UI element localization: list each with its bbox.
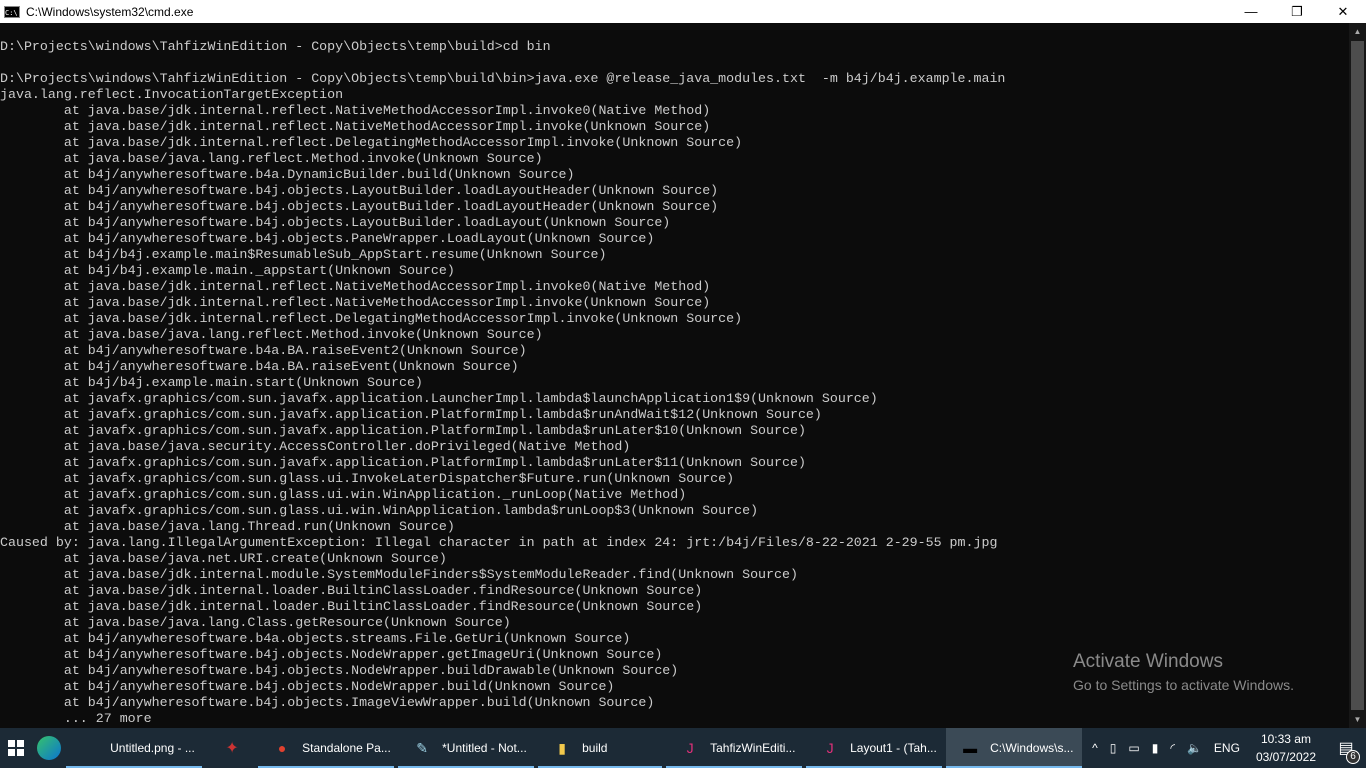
console-line: at java.base/java.lang.Thread.run(Unknow… — [0, 519, 455, 534]
console-line: at java.base/java.security.AccessControl… — [0, 439, 631, 454]
console-line: at b4j/b4j.example.main._appstart(Unknow… — [0, 263, 455, 278]
console-line: at b4j/anywheresoftware.b4a.objects.stre… — [0, 631, 631, 646]
system-tray: ^ ▯ ▭ ▮ ◜ 🔈 ENG 10:33 am 03/07/2022 ▤ 6 — [1086, 728, 1366, 768]
minimize-button[interactable]: — — [1228, 0, 1274, 23]
console-line: at javafx.graphics/com.sun.glass.ui.win.… — [0, 487, 687, 502]
chrome-icon: ● — [277, 740, 287, 756]
console-line: at java.base/java.lang.reflect.Method.in… — [0, 327, 543, 342]
watermark-title: Activate Windows — [1073, 651, 1223, 672]
taskbar-item[interactable]: ▮ build — [538, 728, 663, 768]
console-line: at javafx.graphics/com.sun.glass.ui.Invo… — [0, 471, 735, 486]
console-line: at java.base/jdk.internal.module.SystemM… — [0, 567, 798, 582]
scrollbar-thumb[interactable] — [1351, 41, 1364, 710]
power-icon[interactable]: ▭ — [1128, 741, 1139, 755]
console-line: at b4j/anywheresoftware.b4j.objects.Layo… — [0, 199, 719, 214]
clock[interactable]: 10:33 am 03/07/2022 — [1256, 730, 1316, 766]
console-line: ... 27 more — [0, 711, 152, 726]
clock-date: 03/07/2022 — [1255, 750, 1316, 764]
taskbar-item[interactable]: J TahfizWinEditi... — [666, 728, 803, 768]
console-line: at java.base/jdk.internal.reflect.Native… — [0, 103, 711, 118]
meet-now-icon[interactable]: ▯ — [1110, 741, 1117, 755]
clock-time: 10:33 am — [1260, 732, 1311, 746]
console-line: at java.base/jdk.internal.reflect.Delega… — [0, 311, 743, 326]
wifi-icon[interactable]: ◜ — [1170, 741, 1175, 755]
b4j-icon: J — [686, 740, 694, 756]
console-line: at javafx.graphics/com.sun.javafx.applic… — [0, 407, 822, 422]
console-line: at java.base/jdk.internal.reflect.Delega… — [0, 135, 743, 150]
console-output[interactable]: D:\Projects\windows\TahfizWinEdition - C… — [0, 23, 1349, 728]
notification-count-badge: 6 — [1346, 750, 1360, 764]
volume-icon[interactable]: 🔈 — [1187, 741, 1202, 755]
notepad-icon: ✎ — [416, 739, 428, 756]
console-line: at java.base/jdk.internal.loader.Builtin… — [0, 583, 703, 598]
console-line: at b4j/anywheresoftware.b4a.BA.raiseEven… — [0, 359, 519, 374]
maximize-button[interactable]: ❐ — [1274, 0, 1320, 23]
console-line: at java.base/java.lang.reflect.Method.in… — [0, 151, 543, 166]
taskbar-item[interactable]: ✎ *Untitled - Not... — [398, 728, 535, 768]
console-line: at b4j/anywheresoftware.b4j.objects.Imag… — [0, 695, 655, 710]
scrollbar[interactable]: ▲ ▼ — [1349, 23, 1366, 728]
taskbar-item-label: TahfizWinEditi... — [710, 741, 796, 755]
console-line: at javafx.graphics/com.sun.glass.ui.win.… — [0, 503, 759, 518]
taskbar: 🎨 Untitled.png - ... ✦ ● Standalone Pa... ✎ *U… — [0, 728, 1366, 768]
folder-icon: ▮ — [558, 739, 566, 756]
console-line: at javafx.graphics/com.sun.javafx.applic… — [0, 455, 806, 470]
close-button[interactable]: ✕ — [1320, 0, 1366, 23]
cmd-icon: ▬ — [963, 740, 978, 756]
taskbar-item-label: Untitled.png - ... — [110, 741, 195, 755]
console-line: at b4j/b4j.example.main$ResumableSub_App… — [0, 247, 607, 262]
console-line: at java.base/java.net.URI.create(Unknown… — [0, 551, 447, 566]
console-line: D:\Projects\windows\TahfizWinEdition - C… — [0, 71, 1006, 86]
show-hidden-icons-chevron-icon[interactable]: ^ — [1092, 741, 1098, 755]
taskbar-item[interactable]: 🎨 Untitled.png - ... — [66, 728, 203, 768]
taskbar-item-label: build — [582, 741, 608, 755]
scroll-up-arrow-icon[interactable]: ▲ — [1349, 23, 1366, 40]
console-line: at javafx.graphics/com.sun.javafx.applic… — [0, 423, 806, 438]
console-line: at java.base/jdk.internal.reflect.Native… — [0, 295, 711, 310]
console-line: at b4j/anywheresoftware.b4j.objects.Pane… — [0, 231, 655, 246]
windows-logo-icon — [7, 740, 24, 756]
taskbar-item[interactable]: J Layout1 - (Tah... — [806, 728, 943, 768]
language-indicator[interactable]: ENG — [1214, 741, 1240, 755]
console-line: java.lang.reflect.InvocationTargetExcept… — [0, 87, 344, 102]
activate-windows-watermark: Activate Windows Go to Settings to activ… — [1073, 651, 1294, 693]
battery-icon[interactable]: ▮ — [1152, 741, 1159, 755]
console-line: D:\Projects\windows\TahfizWinEdition - C… — [0, 39, 551, 54]
console-line: at b4j/b4j.example.main.start(Unknown So… — [0, 375, 423, 390]
cmd-icon: C:\ — [4, 5, 20, 18]
taskbar-item-label: C:\Windows\s... — [990, 741, 1074, 755]
taskbar-item-label: *Untitled - Not... — [442, 741, 527, 755]
window-title: C:\Windows\system32\cmd.exe — [26, 4, 194, 19]
paint-icon: 🎨 — [78, 736, 102, 760]
taskbar-item[interactable]: ● Standalone Pa... — [258, 728, 395, 768]
console-line: at java.base/jdk.internal.reflect.Native… — [0, 119, 711, 134]
console-line: at b4j/anywheresoftware.b4j.objects.Layo… — [0, 215, 671, 230]
taskbar-item-label: Layout1 - (Tah... — [850, 741, 937, 755]
taskbar-item[interactable]: ▬ C:\Windows\s... — [946, 728, 1083, 768]
edge-icon — [36, 736, 61, 760]
title-bar: C:\ C:\Windows\system32\cmd.exe — ❐ ✕ — [0, 0, 1366, 23]
console-line: Caused by: java.lang.IllegalArgumentExce… — [0, 535, 998, 550]
edge-button[interactable] — [32, 728, 66, 768]
console-line: at java.base/jdk.internal.loader.Builtin… — [0, 599, 703, 614]
console-line: at b4j/anywheresoftware.b4a.BA.raiseEven… — [0, 343, 527, 358]
taskbar-item-label: Standalone Pa... — [302, 741, 391, 755]
console-line: at b4j/anywheresoftware.b4j.objects.Layo… — [0, 183, 719, 198]
watermark-subtitle: Go to Settings to activate Windows. — [1073, 677, 1294, 693]
console-line: at b4j/anywheresoftware.b4a.DynamicBuild… — [0, 167, 575, 182]
console-line: at javafx.graphics/com.sun.javafx.applic… — [0, 391, 878, 406]
app-button[interactable]: ✦ — [206, 728, 258, 768]
console-line: at java.base/jdk.internal.reflect.Native… — [0, 279, 711, 294]
scroll-down-arrow-icon[interactable]: ▼ — [1349, 711, 1366, 728]
b4j-icon: J — [826, 740, 834, 756]
start-button[interactable] — [0, 728, 32, 768]
app-icon: ✦ — [225, 740, 239, 757]
notification-center-button[interactable]: ▤ 6 — [1326, 728, 1366, 768]
console-line: at java.base/java.lang.Class.getResource… — [0, 615, 511, 630]
